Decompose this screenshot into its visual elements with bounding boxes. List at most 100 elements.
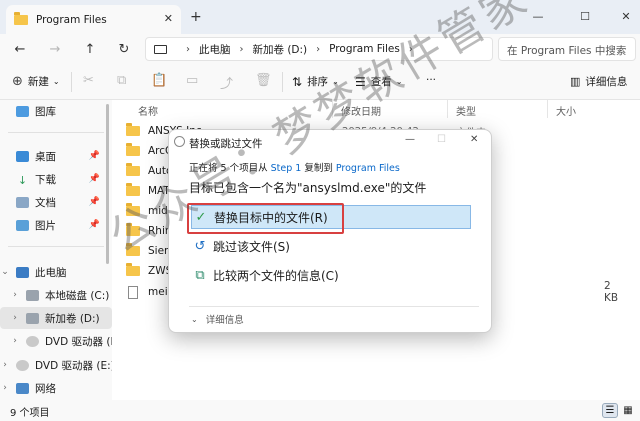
back-button[interactable]: ←: [9, 38, 31, 60]
folder-icon: [126, 123, 140, 136]
chevron-right-icon: ›: [408, 43, 413, 55]
sidebar-item-dvd-2[interactable]: › DVD 驱动器 (E:): [0, 354, 112, 376]
forward-button[interactable]: →: [44, 38, 66, 60]
chevron-right-icon[interactable]: ›: [10, 336, 20, 346]
close-window-button[interactable]: ✕: [606, 4, 640, 28]
sidebar-item-this-pc[interactable]: ⌄ 此电脑: [0, 261, 112, 283]
desktop-icon: [16, 150, 29, 162]
pin-icon[interactable]: 📌: [89, 197, 100, 207]
new-button[interactable]: ⊕ 新建 ⌄: [12, 74, 60, 89]
pin-icon[interactable]: 📌: [89, 151, 100, 161]
column-divider[interactable]: [332, 100, 333, 118]
details-pane-button[interactable]: ▥ 详细信息: [570, 74, 627, 89]
gallery-icon: [16, 105, 29, 117]
sidebar-item-pictures[interactable]: 图片 📌: [0, 214, 112, 236]
pin-icon[interactable]: 📌: [89, 174, 100, 184]
sidebar-item-label: 新加卷 (D:): [45, 312, 100, 325]
breadcrumb-program-files[interactable]: Program Files: [329, 43, 400, 55]
destination-folder-link[interactable]: Program Files: [336, 163, 400, 174]
tab-program-files[interactable]: Program Files ✕: [6, 5, 181, 34]
more-details-toggle[interactable]: ⌄ 详细信息: [191, 312, 244, 327]
pin-icon[interactable]: 📌: [89, 220, 100, 230]
divider: [71, 72, 72, 92]
view-icon: ☰: [355, 74, 366, 89]
sidebar-item-label: 网络: [35, 382, 56, 395]
chevron-right-icon[interactable]: ›: [10, 313, 20, 323]
details-view-icon[interactable]: ☰: [602, 403, 618, 418]
skip-file-option[interactable]: ↺ 跳过该文件(S): [191, 234, 471, 258]
column-header-date[interactable]: 修改日期: [341, 103, 381, 118]
more-options-button[interactable]: ···: [426, 74, 436, 86]
drive-icon: [26, 312, 39, 324]
tiles-view-icon[interactable]: ▦: [620, 403, 636, 418]
sort-icon: ⇅: [292, 74, 303, 89]
chevron-down-icon: ⌄: [332, 77, 339, 86]
chevron-right-icon[interactable]: ›: [0, 383, 10, 393]
column-divider[interactable]: [547, 100, 548, 118]
column-divider[interactable]: [447, 100, 448, 118]
breadcrumb-this-pc[interactable]: 此电脑: [199, 42, 231, 57]
folder-icon: [126, 263, 140, 276]
sidebar-item-network[interactable]: › 网络: [0, 377, 112, 399]
computer-icon: [154, 44, 167, 54]
chevron-right-icon[interactable]: ›: [10, 290, 20, 300]
sidebar-item-downloads[interactable]: ↓ 下载 📌: [0, 168, 112, 190]
up-button[interactable]: ↑: [79, 38, 101, 60]
sort-label: 排序: [307, 76, 329, 88]
annotation-highlight-box: [187, 203, 344, 234]
status-bar: 9 个项目 ☰ ▦: [0, 400, 640, 421]
sidebar-item-documents[interactable]: 文档 📌: [0, 191, 112, 213]
dialog-close-button[interactable]: ✕: [470, 134, 478, 145]
new-tab-button[interactable]: +: [190, 9, 202, 25]
minimize-button[interactable]: —: [518, 4, 558, 28]
address-bar[interactable]: › 此电脑 › 新加卷 (D:) › Program Files ›: [145, 37, 493, 61]
conflict-message: 目标已包含一个名为"ansyslmd.exe"的文件: [189, 181, 427, 195]
maximize-button[interactable]: ☐: [565, 4, 605, 28]
tab-title: Program Files: [36, 13, 107, 26]
copy-summary-prefix: 正在将 5 个项目从: [189, 163, 271, 174]
chevron-down-icon: ⌄: [52, 77, 60, 86]
share-icon[interactable]: ⤴: [220, 73, 233, 92]
sort-button[interactable]: ⇅ 排序 ⌄: [292, 74, 339, 89]
column-header-name[interactable]: 名称: [138, 103, 158, 118]
more-details-label: 详细信息: [205, 315, 244, 326]
cut-icon[interactable]: ✂: [83, 73, 94, 88]
navigation-bar: ← → ↑ ↻ › 此电脑 › 新加卷 (D:) › Program Files…: [0, 34, 640, 64]
sidebar-scrollbar[interactable]: [106, 104, 109, 264]
computer-icon: [16, 266, 29, 278]
paste-icon[interactable]: 📋: [151, 73, 167, 88]
tab-close-icon[interactable]: ✕: [164, 12, 173, 25]
sidebar-item-label: DVD 驱动器 (E:): [35, 359, 112, 372]
source-folder-link[interactable]: Step 1: [271, 163, 302, 174]
item-count: 9 个项目: [10, 408, 50, 419]
dialog-minimize-button[interactable]: —: [405, 134, 415, 145]
sidebar-item-drive-d[interactable]: › 新加卷 (D:): [0, 307, 112, 329]
folder-icon: [126, 183, 140, 196]
compare-files-option[interactable]: ⧉ 比较两个文件的信息(C): [191, 263, 471, 287]
column-header-size[interactable]: 大小: [556, 103, 576, 118]
chevron-right-icon[interactable]: ›: [0, 360, 10, 370]
file-size: 2 KB: [604, 280, 619, 304]
divider: [282, 72, 283, 92]
folder-icon: [14, 11, 28, 25]
rename-icon[interactable]: ▭: [186, 73, 198, 88]
sidebar-item-desktop[interactable]: 桌面 📌: [0, 145, 112, 167]
sidebar-item-dvd-1[interactable]: › DVD 驱动器 (E: [0, 330, 112, 352]
chevron-down-icon: ⌄: [395, 77, 403, 86]
sidebar-item-drive-c[interactable]: › 本地磁盘 (C:): [0, 284, 112, 306]
folder-icon: [126, 223, 140, 236]
copy-icon[interactable]: ⧉: [117, 73, 126, 88]
sidebar-item-gallery[interactable]: 图库: [0, 100, 112, 122]
breadcrumb-drive-d[interactable]: 新加卷 (D:): [253, 42, 308, 57]
delete-icon[interactable]: 🗑: [255, 73, 272, 88]
details-pane-label: 详细信息: [585, 76, 628, 88]
column-header-type[interactable]: 类型: [456, 103, 476, 118]
chevron-right-icon: ›: [316, 43, 321, 55]
search-input[interactable]: 在 Program Files 中搜索: [498, 37, 636, 61]
view-button[interactable]: ☰ 查看 ⌄: [355, 74, 402, 89]
compare-files-label: 比较两个文件的信息(C): [213, 268, 339, 283]
divider: [8, 246, 104, 247]
chevron-down-icon[interactable]: ⌄: [0, 267, 10, 277]
refresh-button[interactable]: ↻: [113, 38, 135, 60]
chevron-right-icon: ›: [186, 43, 190, 55]
